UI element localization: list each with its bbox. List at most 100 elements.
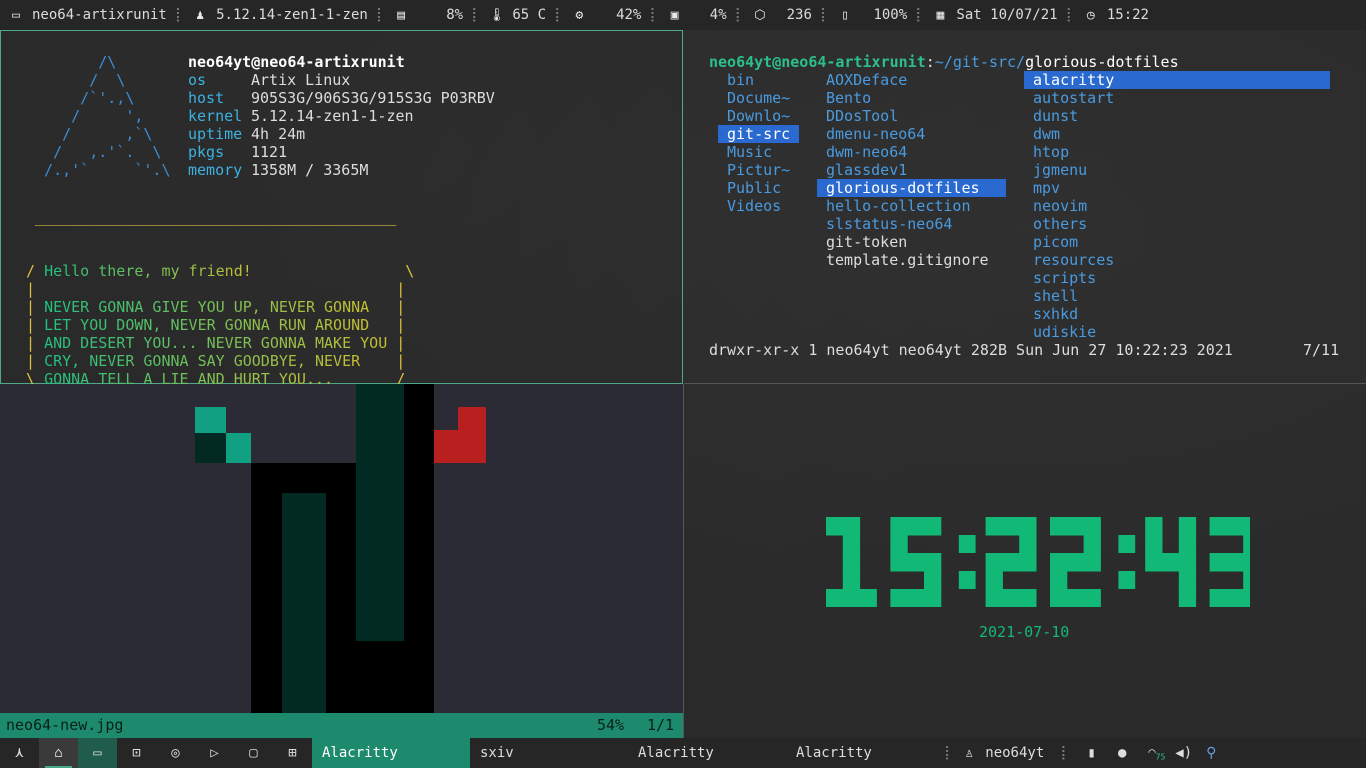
clock-digit-pixel (1243, 589, 1250, 607)
bubble-text: NEVER GONNA GIVE YOU UP, NEVER GONNA (44, 298, 370, 316)
lf-entry[interactable]: template.gitignore (826, 251, 989, 269)
lf-entry[interactable]: jgmenu (1033, 161, 1087, 179)
bubble-border: | (26, 352, 45, 370)
compass-icon[interactable]: ◎ (156, 738, 195, 768)
task-alacritty[interactable]: Alacritty (786, 738, 944, 768)
task-alacritty[interactable]: Alacritty (312, 738, 470, 768)
clock-digit-pixel (1002, 589, 1020, 607)
clock-digit-pixel (1178, 535, 1197, 554)
logo-line: / \ (26, 71, 126, 89)
lf-entry[interactable]: AOXDeface (826, 71, 907, 89)
clock-digit-pixel (1083, 589, 1101, 607)
clock-digit-pixel (1145, 553, 1163, 572)
lf-entry[interactable]: slstatus-neo64 (826, 215, 952, 233)
grid-icon[interactable]: ⊞ (273, 738, 312, 768)
clock-digit-pixel (985, 517, 1003, 536)
clock-digit-pixel (1066, 553, 1085, 572)
bubble-border: | (26, 334, 45, 352)
usb-icon[interactable]: ⚲ (1206, 745, 1216, 761)
video-icon[interactable]: ▷ (195, 738, 234, 768)
separator: ⡇ (471, 7, 481, 23)
lf-entry[interactable]: Docume~ (727, 89, 790, 107)
lf-entry[interactable]: glassdev1 (826, 161, 907, 179)
lf-entry[interactable]: Music (727, 143, 772, 161)
lf-entry[interactable]: git-src (718, 125, 799, 143)
clock-digit-pixel (826, 589, 844, 607)
volume-icon[interactable]: ◀) (1175, 745, 1192, 761)
bubble-text: Hello there, my friend! (44, 262, 252, 280)
artix-logo-icon[interactable]: ⋏ (0, 738, 39, 768)
lf-entry[interactable]: udiskie (1033, 323, 1096, 341)
kernel-version: 5.12.14-zen1-1-zen (216, 7, 368, 23)
lf-entry[interactable]: others (1033, 215, 1087, 233)
battery-level: 100% (873, 7, 908, 23)
clock-digit-pixel (890, 535, 908, 554)
separator: ⡇ (819, 7, 830, 23)
clock-digit-pixel (1050, 517, 1068, 536)
lf-prompt: neo64yt@neo64-artixrunit:~/git-src/glori… (709, 53, 1179, 71)
mic-icon[interactable]: ● (1118, 745, 1126, 761)
lf-entry[interactable]: Videos (727, 197, 781, 215)
clock-digit-pixel (924, 517, 942, 536)
lf-entry[interactable]: picom (1033, 233, 1078, 251)
fetch-key: os (188, 71, 207, 89)
image-index: 1/1 (647, 716, 675, 734)
lf-entry[interactable]: neovim (1033, 197, 1087, 215)
lf-entry[interactable]: resources (1033, 251, 1114, 269)
clock-digit-pixel (1178, 517, 1197, 536)
lf-entry[interactable]: dwm (1033, 125, 1060, 143)
lf-entry[interactable]: mpv (1033, 179, 1060, 197)
clock-digit-pixel (1243, 553, 1250, 572)
lf-entry[interactable]: hello-collection (826, 197, 971, 215)
lf-entry[interactable]: htop (1033, 143, 1069, 161)
clock-digit-pixel (1019, 517, 1037, 536)
lf-entry[interactable]: dunst (1033, 107, 1078, 125)
lf-entry[interactable]: sxhkd (1033, 305, 1078, 323)
battery-charging-icon[interactable]: ▮ (1088, 745, 1096, 761)
zoom-level: 54% (597, 716, 625, 734)
lf-entry[interactable]: Public (727, 179, 781, 197)
lf-entry[interactable]: bin (727, 71, 754, 89)
gamepad-icon[interactable]: ▭ (78, 738, 117, 768)
clock-digit-pixel (842, 535, 861, 554)
lf-entry[interactable]: glorious-dotfiles (817, 179, 1006, 197)
task-sxiv[interactable]: sxiv (470, 738, 628, 768)
separator: ⡇ (944, 745, 954, 761)
image-viewer-window[interactable] (0, 384, 683, 738)
bubble-line: | | (26, 280, 414, 298)
clock-digit-pixel (859, 589, 877, 607)
clock-colon-dot (958, 571, 976, 589)
clock-time-display (826, 517, 1250, 607)
fetch-key: host (188, 89, 225, 107)
wifi-strength: 75 (1155, 752, 1166, 762)
lf-entry[interactable]: Pictur~ (727, 161, 790, 179)
separator: ⡇ (915, 7, 925, 23)
separator: ⡇ (375, 7, 386, 23)
lf-entry[interactable]: scripts (1033, 269, 1096, 287)
briefcase-icon[interactable]: ▢ (234, 738, 273, 768)
clock-digit-pixel (1050, 571, 1068, 590)
time: 15:22 (1106, 7, 1149, 23)
clock-digit-pixel (1019, 553, 1037, 572)
lf-entry[interactable]: Downlo~ (727, 107, 790, 125)
lf-entry[interactable]: alacritty (1024, 71, 1330, 89)
terminal-icon[interactable]: ⊡ (117, 738, 156, 768)
lf-entry[interactable]: autostart (1033, 89, 1114, 107)
lf-entry[interactable]: dmenu-neo64 (826, 125, 925, 143)
laptop-icon: ▭ (12, 7, 20, 23)
lf-entry[interactable]: DDosTool (826, 107, 898, 125)
bubble-line: | NEVER GONNA GIVE YOU UP, NEVER GONNA | (26, 298, 414, 316)
lf-entry[interactable]: Bento (826, 89, 871, 107)
disk-icon: ▣ (670, 7, 679, 23)
wifi-icon[interactable]: ◠75 (1148, 745, 1165, 761)
lf-entry[interactable]: git-token (826, 233, 907, 251)
separator: ⡇ (1065, 7, 1076, 23)
home-icon[interactable]: ⌂ (39, 738, 78, 768)
fetch-key: uptime (188, 125, 243, 143)
status-bar: ▭ neo64-artixrunit ⡇ ♟ 5.12.14-zen1-1-zen … (0, 0, 1366, 30)
task-alacritty[interactable]: Alacritty (628, 738, 786, 768)
lf-entry[interactable]: dwm-neo64 (826, 143, 907, 161)
taskbar: ⋏ ⌂ ▭ ⊡ ◎ ▷ ▢ ⊞ Alacritty sxiv Alacritty… (0, 738, 1366, 768)
package-icon: ⬡ (754, 7, 766, 23)
lf-entry[interactable]: shell (1033, 287, 1078, 305)
